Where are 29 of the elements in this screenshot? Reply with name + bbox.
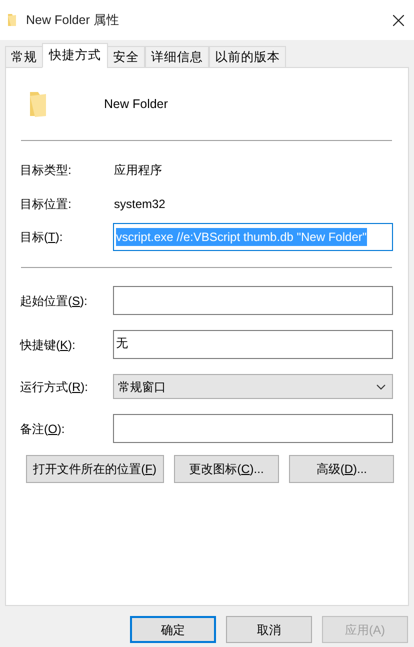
tab[interactable]: 常规 <box>5 46 43 68</box>
input-field[interactable]: 无 <box>113 330 393 359</box>
chevron-down-icon <box>376 384 386 390</box>
field-value: 应用程序 <box>114 162 162 179</box>
field-label: 起始位置(S): <box>20 292 88 310</box>
action-button[interactable]: 更改图标(C)... <box>174 455 280 483</box>
field-label: 备注(O): <box>20 420 66 438</box>
field-value: system32 <box>114 196 166 213</box>
action-button[interactable]: 高级(D)... <box>289 455 394 483</box>
field-label: 运行方式(R): <box>20 378 90 396</box>
dialog-button[interactable]: 取消 <box>226 616 312 643</box>
folder-icon <box>7 13 17 27</box>
input-field[interactable] <box>113 286 393 315</box>
field-label: 目标(T): <box>20 229 64 246</box>
tab[interactable]: 详细信息 <box>145 46 209 68</box>
run-mode-dropdown[interactable]: 常规窗口 <box>113 374 393 399</box>
window-title: New Folder 属性 <box>26 12 120 29</box>
input-field[interactable] <box>113 414 393 443</box>
action-button[interactable]: 打开文件所在的位置(F) <box>26 455 164 483</box>
folder-icon <box>28 90 48 118</box>
field-label: 快捷键(K): <box>20 336 76 354</box>
field-label: 目标位置: <box>20 196 72 213</box>
shortcut-name: New Folder <box>104 96 168 113</box>
close-icon[interactable] <box>393 14 404 26</box>
tab[interactable]: 安全 <box>107 46 145 68</box>
tab[interactable]: 快捷方式 <box>42 43 108 68</box>
tab[interactable]: 以前的版本 <box>209 46 286 68</box>
dialog-button[interactable]: 确定 <box>130 616 216 643</box>
field-label: 目标类型: <box>20 162 72 179</box>
